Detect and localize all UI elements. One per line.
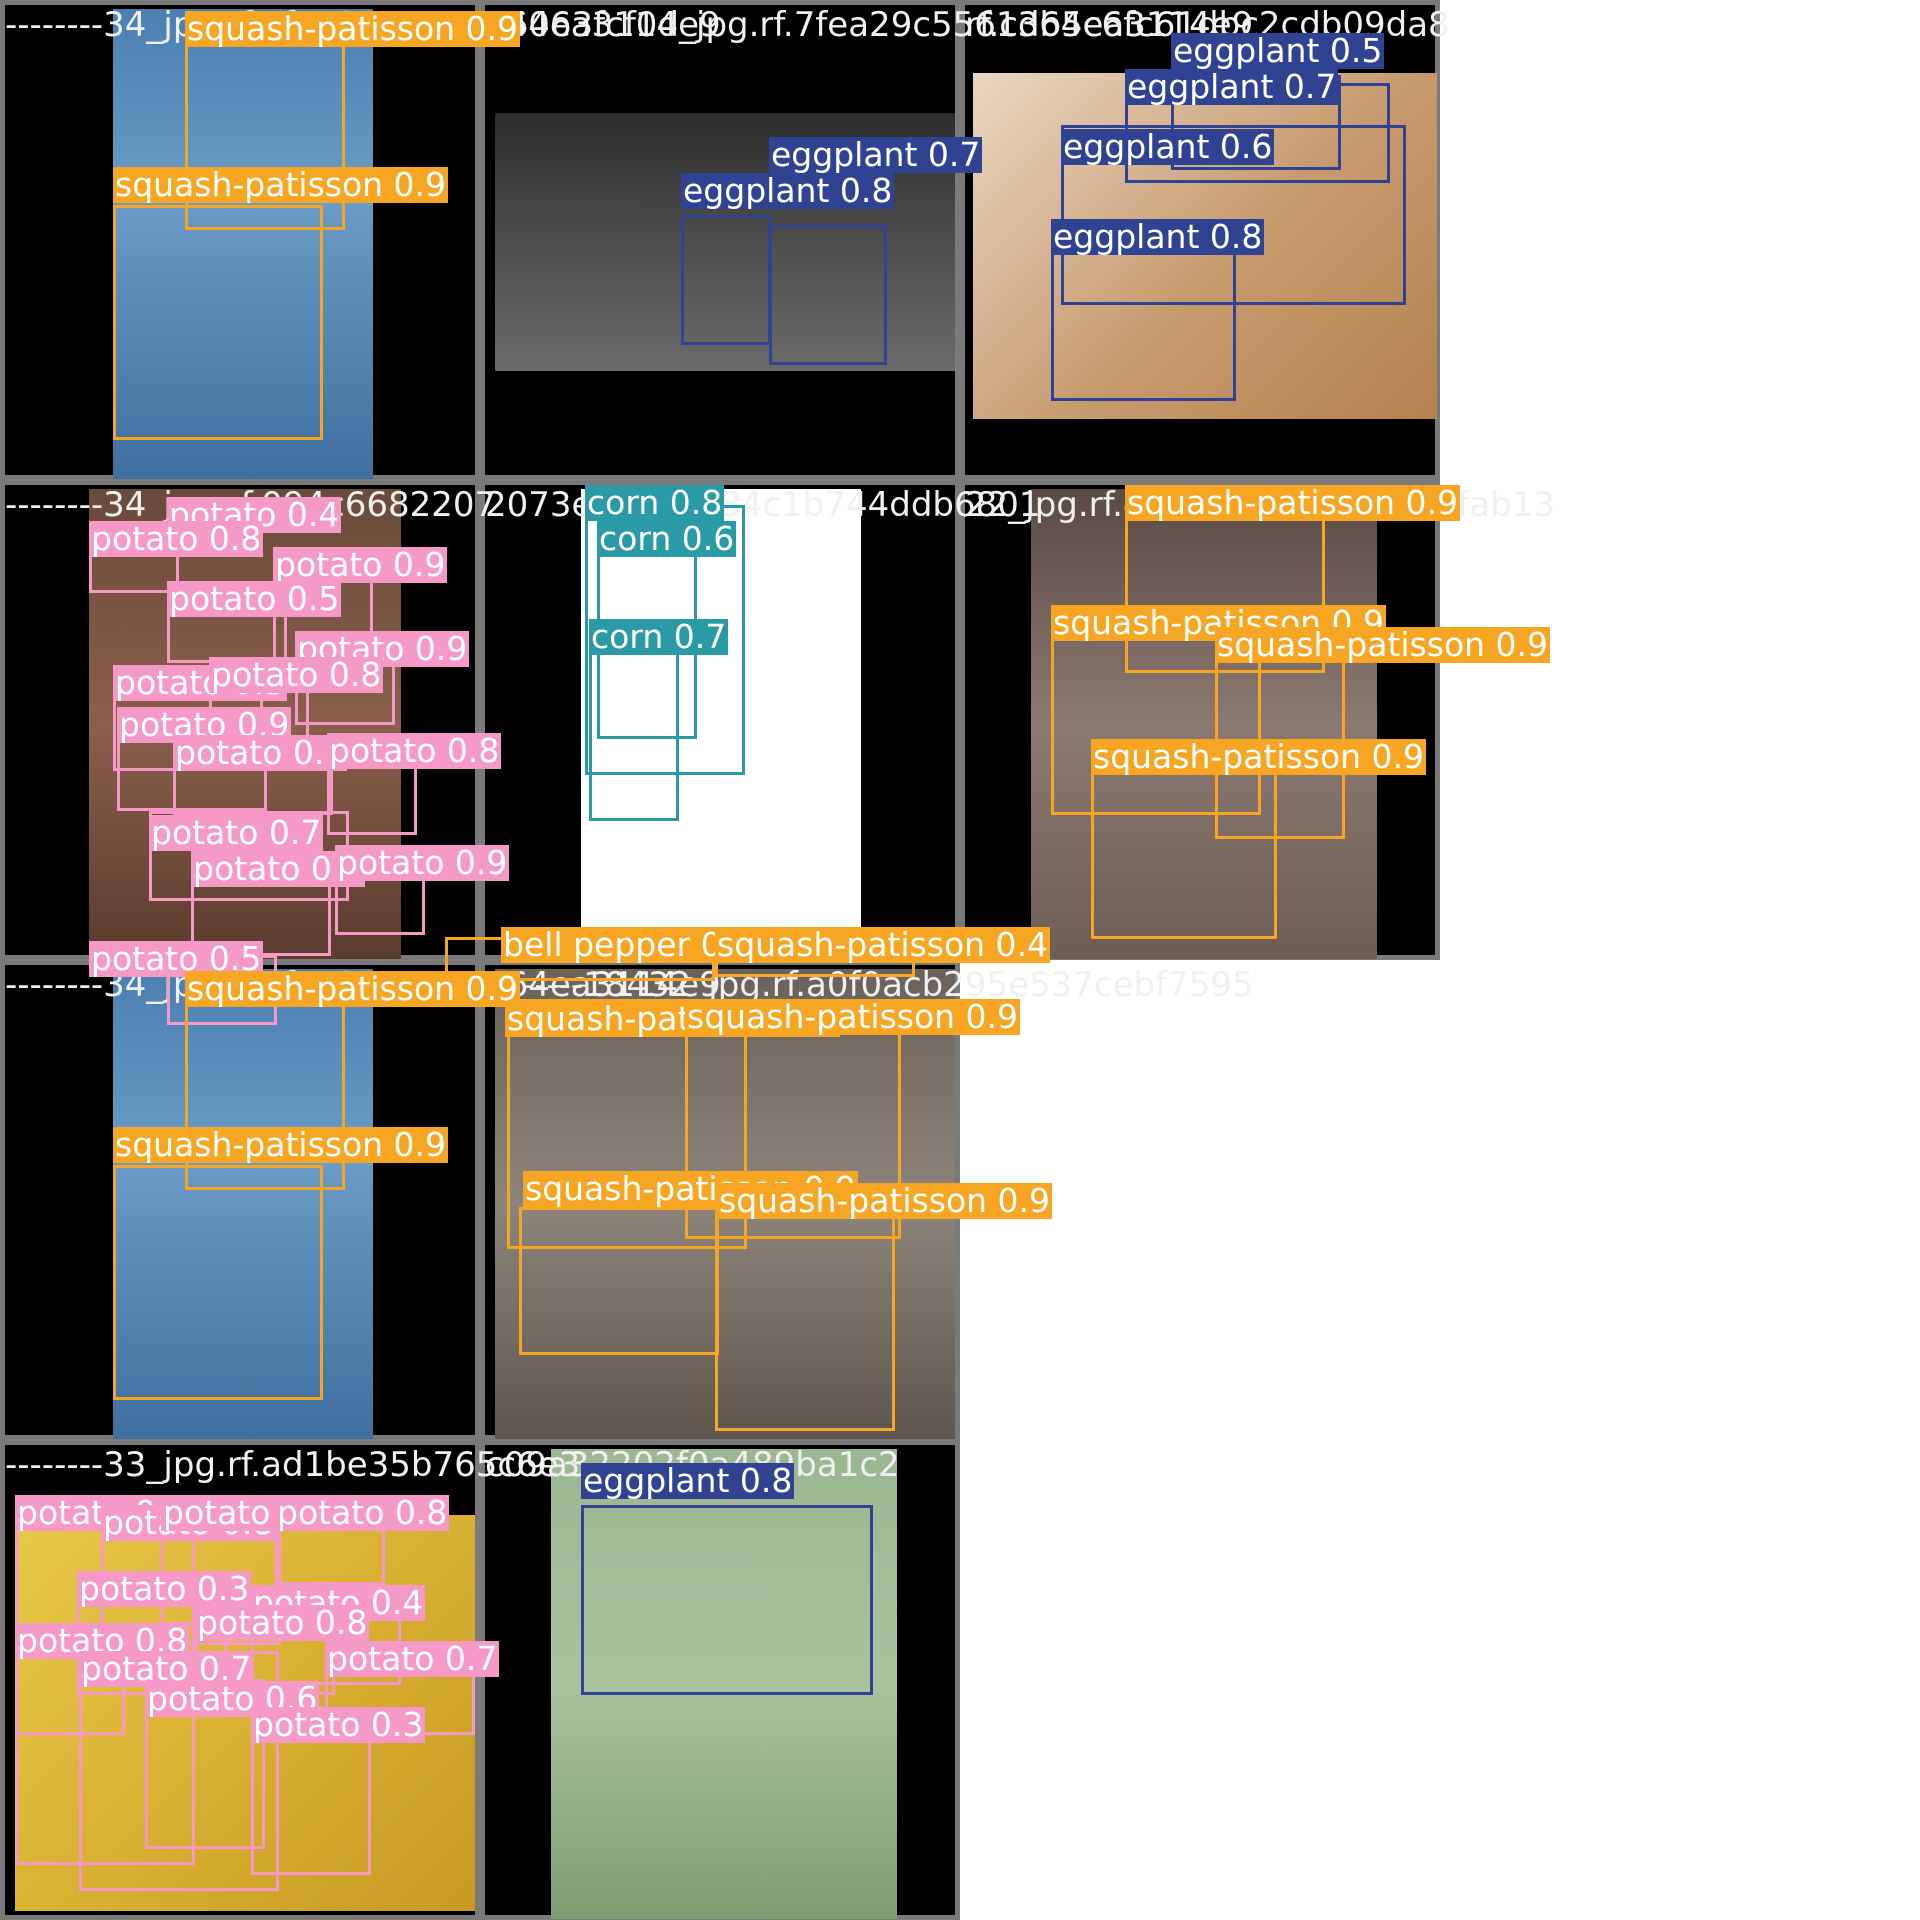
detection-label: squash-patisson 0.9 [685,997,1021,1036]
bounding-box [769,225,887,365]
detection-label: eggplant 0.5 [1171,31,1385,70]
image-tile: c09a32202f0a489ba1c2eggplant 0.8 [480,1440,960,1920]
detection-label: potato 0.8 [275,1493,450,1532]
detection-label: squash-patisson 0.9 [1091,737,1427,776]
detection-label: eggplant 0.8 [581,1461,795,1500]
detection-label: potato 0.7 [173,733,348,772]
image-tile: --------18432_jpg.rf.a0f0acb295e537cebf7… [445,927,1254,1440]
image-tile: --------33_jpg.rf.ad1be35b765c6e3 potato … [0,1440,580,1920]
detection-label: eggplant 0.6 [1061,127,1275,166]
bounding-box [581,1505,873,1695]
detection-label: potato 0.3 [251,1705,426,1744]
bounding-box [113,1165,323,1400]
detection-label: potato 0.8 [209,655,384,694]
detection-grid: --------34_jpg.rf.7fea29c5561364ea3114e9… [0,0,1920,1920]
detection-label: eggplant 0.7 [769,135,983,174]
detection-label: potato 0.7 [149,813,324,852]
detection-label: potato 0.7 [325,1639,500,1678]
detection-label: squash-patisson 0.9 [1215,625,1551,664]
detection-label: squash-patisson 0.9 [1125,483,1461,522]
detection-label: potato 0.8 [89,519,264,558]
detection-label: potato 0.9 [335,843,510,882]
detection-label: squash-patisson 0.9 [185,9,521,48]
image-tile: --------34_jpg.rf.7fea29c5561364ea3114e9… [0,0,721,480]
detection-label: squash-patisson 0.9 [113,1125,449,1164]
detection-label: squash-patisson 0.9 [185,969,521,1008]
detection-label: squash-patisson 0.9 [113,165,449,204]
image-tile: 64063fcf0d_jpg.rf.7fea29c5561364ea3114e9… [480,0,1253,480]
image-tile: --------34_jpg.rf.094c6682207potato 0.5p… [0,480,510,1025]
tile-title: 2073e8b0c4d84c1b744ddb6801 [485,485,1041,525]
detection-label: corn 0.8 [585,483,725,522]
bounding-box [519,1207,719,1355]
bounding-box [715,1211,895,1431]
bounding-box [113,205,323,440]
detection-label: squash-patisson 0.9 [717,1181,1053,1220]
detection-label: corn 0.7 [589,617,729,656]
image-tile: rf.cdb5c6fc61dbc2cdb09da8 eggplant 0.5 egg… [960,0,1450,480]
detection-label: potato 0.9 [273,545,448,584]
detection-label: potato 0.5 [167,579,342,618]
detection-label: eggplant 0.7 [1125,67,1339,106]
detection-label: eggplant 0.8 [1051,217,1265,256]
image-tile: --------34_jpg.rf.7fea29c5561364ea3114e9… [0,960,721,1440]
detection-label: corn 0.6 [597,519,737,558]
detection-label: squash-patisson 0.4 [715,925,1051,964]
bounding-box [681,215,771,345]
detection-label: potato 0.3 [77,1569,252,1608]
image-tile: 2073e8b0c4d84c1b744ddb6801 corn 0.8 corn 0… [480,480,1041,960]
image-tile: 22_jpg.rf.497e2fdcb42b3ff2bfab13squash-p… [960,480,1555,960]
detection-label: eggplant 0.8 [681,171,895,210]
detection-label: potato 0.8 [195,1603,370,1642]
detection-label: potato 0.8 [327,731,502,770]
